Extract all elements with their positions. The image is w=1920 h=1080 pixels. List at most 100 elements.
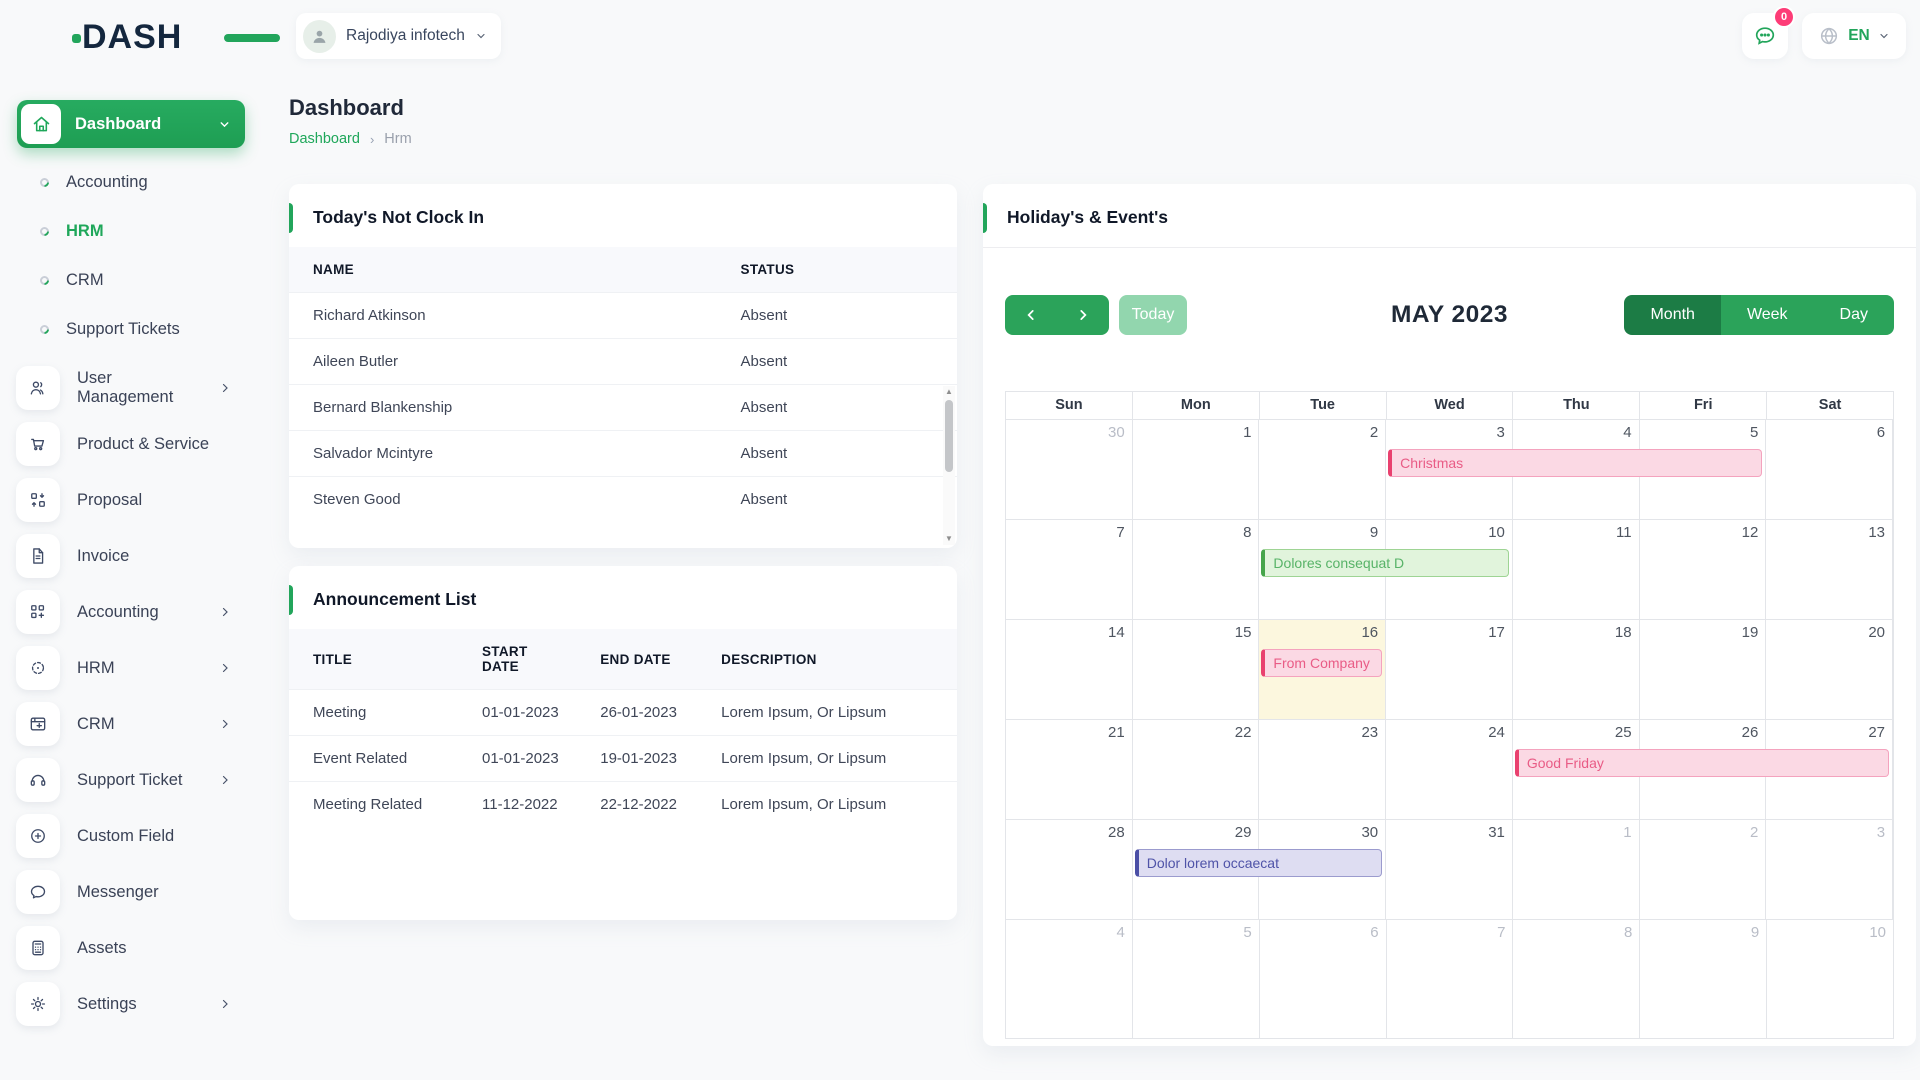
scroll-down-icon[interactable]: ▼ [943,533,955,545]
day-number: 23 [1361,724,1378,741]
calendar-view-day[interactable]: Day [1814,295,1894,335]
bullet-icon [38,176,51,189]
calendar-day-cell[interactable]: 1 [1133,420,1260,519]
sidebar-item-custom-field[interactable]: Custom Field [0,808,261,864]
announcement-title: Meeting Related [289,782,458,828]
calendar-day-cell[interactable]: 3 [1766,820,1893,919]
calendar-day-cell[interactable]: 11 [1513,520,1640,619]
calendar-day-cell[interactable]: 6 [1260,920,1387,1038]
announcement-title: Meeting [289,690,458,736]
sidebar-subitem-crm[interactable]: CRM [0,256,261,305]
sidebar-item-label: Invoice [77,547,129,566]
calendar-day-cell[interactable]: 19 [1640,620,1767,719]
table-scrollbar[interactable]: ▲ ▼ [943,386,955,545]
sidebar-item-label: Assets [77,939,127,958]
breadcrumb-link-dashboard[interactable]: Dashboard [289,131,360,147]
calendar-day-cell[interactable]: 9 [1640,920,1767,1038]
chevron-right-icon [219,606,231,618]
calendar: MAY 2023 Today MonthWeekDay SunMonTueWed… [983,295,1916,1039]
description: Lorem Ipsum, Or Lipsum [697,690,957,736]
calendar-day-cell[interactable]: 10 [1767,920,1893,1038]
calendar-day-cell[interactable]: 7 [1006,520,1133,619]
calendar-event-christmas[interactable]: Christmas [1388,449,1762,477]
sidebar-subitem-support-tickets[interactable]: Support Tickets [0,305,261,354]
calendar-day-cell[interactable]: 23 [1259,720,1386,819]
sidebar-item-label: Dashboard [75,115,161,134]
logo-text: DASH [82,18,182,56]
day-number: 6 [1370,924,1378,941]
scroll-up-icon[interactable]: ▲ [943,386,955,398]
table-row: Event Related01-01-202319-01-2023Lorem I… [289,736,957,782]
calendar-week-row: 30123456Christmas [1006,420,1893,520]
calendar-day-cell[interactable]: 13 [1766,520,1893,619]
sidebar-item-messenger[interactable]: Messenger [0,864,261,920]
calendar-event-dolores-consequat-d[interactable]: Dolores consequat D [1261,549,1508,577]
calendar-event-good-friday[interactable]: Good Friday [1515,749,1889,777]
calendar-view-month[interactable]: Month [1624,295,1720,335]
bullet-icon [38,323,51,336]
proposal-icon [16,478,60,522]
calendar-day-cell[interactable]: 8 [1133,520,1260,619]
scrollbar-thumb[interactable] [945,400,953,472]
messages-button[interactable]: 0 [1742,13,1788,59]
calendar-day-cell[interactable]: 28 [1006,820,1133,919]
sidebar-item-user-management[interactable]: User Management [0,360,261,416]
description: Lorem Ipsum, Or Lipsum [697,736,957,782]
calendar-day-cell[interactable]: 7 [1387,920,1514,1038]
sidebar-item-proposal[interactable]: Proposal [0,472,261,528]
calendar-day-cell[interactable]: 1 [1513,820,1640,919]
sidebar-item-accounting[interactable]: Accounting [0,584,261,640]
calendar-day-cell[interactable]: 6 [1766,420,1893,519]
column-header-description: DESCRIPTION [697,629,957,690]
sidebar-item-settings[interactable]: Settings [0,976,261,1032]
calendar-day-cell[interactable]: 4 [1006,920,1133,1038]
chevron-down-icon [475,30,487,42]
chevron-down-icon [1878,30,1890,42]
calendar-day-cell[interactable]: 15 [1133,620,1260,719]
calendar-day-cell[interactable]: 12 [1640,520,1767,619]
sidebar-item-hrm[interactable]: HRM [0,640,261,696]
sidebar-item-assets[interactable]: Assets [0,920,261,976]
calendar-event-from-company[interactable]: From Company [1261,649,1382,677]
calendar-day-cell[interactable]: 17 [1386,620,1513,719]
day-number: 8 [1243,524,1251,541]
calendar-day-cell[interactable]: 22 [1133,720,1260,819]
app-logo[interactable]: DASH [82,17,242,57]
calendar-day-cell[interactable]: 5 [1133,920,1260,1038]
day-number: 9 [1370,524,1378,541]
day-number: 27 [1868,724,1885,741]
calendar-day-cell[interactable]: 30 [1006,420,1133,519]
column-header-name: NAME [289,247,717,293]
sidebar-item-label: Settings [77,995,137,1014]
calendar-event-dolor-lorem-occaecat[interactable]: Dolor lorem occaecat [1135,849,1382,877]
calendar-day-cell[interactable]: 21 [1006,720,1133,819]
sidebar-subitem-accounting[interactable]: Accounting [0,158,261,207]
sidebar-item-crm[interactable]: CRM [0,696,261,752]
chevron-right-icon [219,718,231,730]
announcement-title: Event Related [289,736,458,782]
sidebar-item-support-ticket[interactable]: Support Ticket [0,752,261,808]
calendar-day-cell[interactable]: 2 [1259,420,1386,519]
calendar-day-cell[interactable]: 14 [1006,620,1133,719]
sidebar-item-label: CRM [77,715,115,734]
calendar-week-row: 28293031123Dolor lorem occaecat [1006,820,1893,920]
sidebar-subitem-hrm[interactable]: HRM [0,207,261,256]
language-selector[interactable]: EN [1802,13,1906,59]
calendar-view-week[interactable]: Week [1721,295,1814,335]
calendar-day-cell[interactable]: 2 [1640,820,1767,919]
company-selector[interactable]: Rajodiya infotech [296,13,501,59]
calendar-day-cell[interactable]: 8 [1513,920,1640,1038]
chevron-right-icon [219,774,231,786]
column-header-status: STATUS [717,247,957,293]
not-clock-in-card: Today's Not Clock In NAMESTATUS Richard … [289,184,957,548]
sidebar-item-label: User Management [77,369,202,407]
sidebar-item-invoice[interactable]: Invoice [0,528,261,584]
calendar-day-cell[interactable]: 31 [1386,820,1513,919]
company-name: Rajodiya infotech [346,27,465,45]
sidebar-item-dashboard[interactable]: Dashboard [17,100,245,148]
calendar-day-cell[interactable]: 18 [1513,620,1640,719]
sidebar-item-product-service[interactable]: Product & Service [0,416,261,472]
status-value: Absent [717,339,957,385]
calendar-day-cell[interactable]: 24 [1386,720,1513,819]
calendar-day-cell[interactable]: 20 [1766,620,1893,719]
